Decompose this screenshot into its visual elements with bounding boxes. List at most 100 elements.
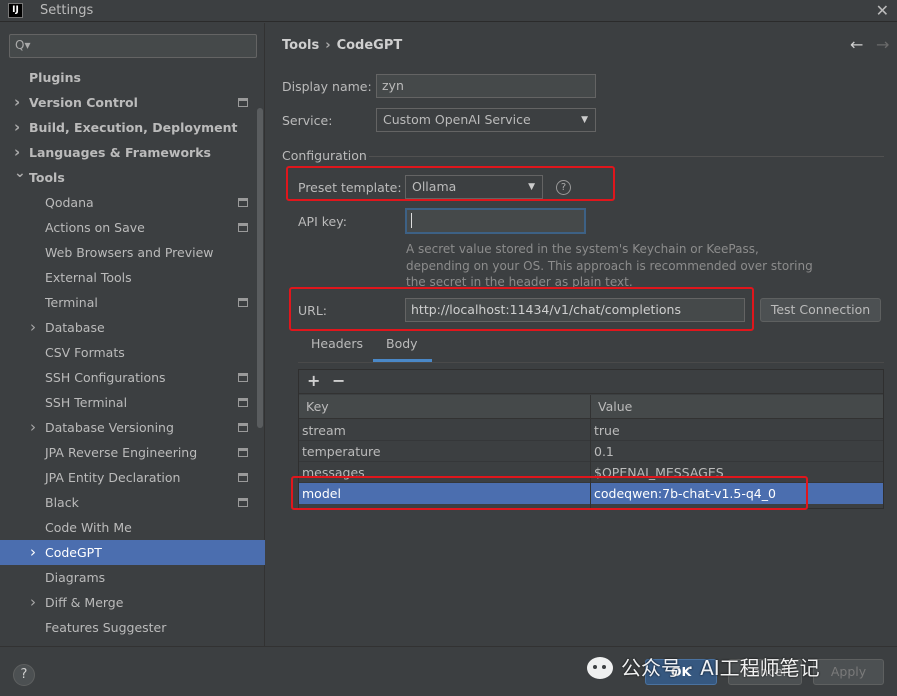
table-row[interactable]: temperature 0.1: [299, 441, 883, 462]
sidebar-item-languages-frameworks[interactable]: › Languages & Frameworks: [0, 140, 265, 165]
close-icon[interactable]: ✕: [876, 1, 889, 20]
window-title: Settings: [40, 3, 94, 18]
sidebar-scrollbar[interactable]: [257, 108, 263, 428]
sidebar-item-label: CodeGPT: [45, 545, 102, 560]
sidebar-item-label: SSH Terminal: [45, 395, 128, 410]
sidebar-item-code-with-me[interactable]: Code With Me: [0, 515, 265, 540]
sidebar-item-black[interactable]: Black: [0, 490, 265, 515]
add-row-button[interactable]: +: [307, 371, 320, 390]
sidebar-item-jpa-reverse-engineering[interactable]: JPA Reverse Engineering: [0, 440, 265, 465]
chevron-right-icon[interactable]: ›: [30, 590, 36, 615]
sidebar-item-codegpt[interactable]: › CodeGPT: [0, 540, 265, 565]
sidebar-item-label: Diff & Merge: [45, 595, 124, 610]
sidebar-item-label: External Tools: [45, 270, 132, 285]
sidebar-item-label: Code With Me: [45, 520, 132, 535]
cell-value[interactable]: true: [591, 420, 620, 441]
sidebar-item-database[interactable]: › Database: [0, 315, 265, 340]
chevron-right-icon[interactable]: ›: [14, 90, 20, 115]
settings-search-input[interactable]: Q▾: [9, 34, 257, 58]
sidebar-item-ssh-terminal[interactable]: SSH Terminal: [0, 390, 265, 415]
sidebar-item-actions-on-save[interactable]: Actions on Save: [0, 215, 265, 240]
sidebar-item-jpa-entity-declaration[interactable]: JPA Entity Declaration: [0, 465, 265, 490]
sidebar-item-label: Web Browsers and Preview: [45, 245, 214, 260]
dialog-footer: ? OK Cancel Apply 公众号 · AI工程师笔记: [0, 646, 897, 696]
api-key-label: API key:: [298, 214, 347, 229]
sidebar-item-ssh-configurations[interactable]: SSH Configurations: [0, 365, 265, 390]
help-button[interactable]: ?: [13, 664, 35, 686]
sidebar-item-label: JPA Entity Declaration: [45, 470, 181, 485]
sidebar-item-label: JPA Reverse Engineering: [45, 445, 198, 460]
chevron-down-icon[interactable]: ⌄: [14, 161, 26, 186]
tab-headers[interactable]: Headers: [311, 336, 363, 362]
wechat-icon: [587, 657, 613, 679]
table-row[interactable]: stream true: [299, 420, 883, 441]
sidebar-item-diff-merge[interactable]: › Diff & Merge: [0, 590, 265, 615]
sidebar-item-label: Version Control: [29, 95, 138, 110]
watermark-text: 公众号 · AI工程师笔记: [621, 656, 820, 680]
project-scope-icon: [238, 448, 248, 457]
sidebar-item-qodana[interactable]: Qodana: [0, 190, 265, 215]
project-scope-icon: [238, 198, 248, 207]
project-scope-icon: [238, 373, 248, 382]
settings-sidebar: Q▾ Plugins › Version Control › Build, Execut…: [0, 23, 265, 646]
apply-button[interactable]: Apply: [813, 659, 884, 685]
sidebar-item-label: Black: [45, 495, 79, 510]
sidebar-item-label: Build, Execution, Deployment: [29, 120, 238, 135]
sidebar-item-diagrams[interactable]: Diagrams: [0, 565, 265, 590]
chevron-right-icon[interactable]: ›: [30, 315, 36, 340]
sidebar-item-label: Plugins: [29, 70, 81, 85]
tab-body[interactable]: Body: [373, 336, 432, 362]
table-header: Key Value: [299, 395, 883, 419]
sidebar-item-version-control[interactable]: › Version Control: [0, 90, 265, 115]
cell-key[interactable]: stream: [299, 420, 346, 441]
sidebar-item-label: Features Suggester: [45, 620, 167, 635]
sidebar-item-web-browsers-and-preview[interactable]: Web Browsers and Preview: [0, 240, 265, 265]
api-key-field[interactable]: [405, 208, 586, 234]
section-divider: [369, 156, 884, 157]
display-name-field[interactable]: zyn: [376, 74, 596, 98]
sidebar-item-label: SSH Configurations: [45, 370, 166, 385]
display-name-label: Display name:: [282, 79, 372, 94]
column-header-key[interactable]: Key: [299, 395, 329, 419]
sidebar-item-tools[interactable]: ⌄ Tools: [0, 165, 265, 190]
sidebar-item-label: Tools: [29, 170, 65, 185]
text-cursor: [411, 213, 412, 228]
project-scope-icon: [238, 398, 248, 407]
sidebar-item-label: CSV Formats: [45, 345, 125, 360]
sidebar-item-label: Languages & Frameworks: [29, 145, 211, 160]
search-icon: Q▾: [15, 38, 31, 52]
remove-row-button[interactable]: −: [332, 371, 345, 390]
service-dropdown[interactable]: Custom OpenAI Service ▼: [376, 108, 596, 132]
project-scope-icon: [238, 498, 248, 507]
chevron-right-icon[interactable]: ›: [30, 540, 36, 565]
sidebar-item-label: Terminal: [45, 295, 98, 310]
project-scope-icon: [238, 298, 248, 307]
chevron-right-icon[interactable]: ›: [30, 415, 36, 440]
service-selected-value: Custom OpenAI Service: [383, 112, 531, 127]
project-scope-icon: [238, 223, 248, 232]
sidebar-item-terminal[interactable]: Terminal: [0, 290, 265, 315]
configuration-section-title: Configuration: [282, 148, 367, 163]
title-bar: IJ Settings ✕: [0, 0, 897, 22]
sidebar-item-build-execution-deployment[interactable]: › Build, Execution, Deployment: [0, 115, 265, 140]
cell-key[interactable]: temperature: [299, 441, 381, 462]
breadcrumb-separator: ›: [325, 38, 331, 53]
back-arrow-icon[interactable]: ←: [850, 35, 863, 54]
sidebar-item-external-tools[interactable]: External Tools: [0, 265, 265, 290]
breadcrumb-parent[interactable]: Tools: [282, 38, 319, 53]
sidebar-item-label: Database: [45, 320, 105, 335]
cell-value[interactable]: 0.1: [591, 441, 614, 462]
chevron-right-icon[interactable]: ›: [14, 115, 20, 140]
sidebar-item-csv-formats[interactable]: CSV Formats: [0, 340, 265, 365]
annotation-highlight-url: [289, 287, 754, 331]
sidebar-item-plugins[interactable]: Plugins: [0, 65, 265, 90]
intellij-logo-icon: IJ: [8, 3, 23, 18]
forward-arrow-icon[interactable]: →: [876, 35, 889, 54]
breadcrumb: Tools › CodeGPT: [282, 38, 402, 53]
test-connection-button[interactable]: Test Connection: [760, 298, 881, 322]
project-scope-icon: [238, 98, 248, 107]
sidebar-item-database-versioning[interactable]: › Database Versioning: [0, 415, 265, 440]
sidebar-item-features-suggester[interactable]: Features Suggester: [0, 615, 265, 640]
project-scope-icon: [238, 473, 248, 482]
column-header-value[interactable]: Value: [591, 395, 632, 419]
